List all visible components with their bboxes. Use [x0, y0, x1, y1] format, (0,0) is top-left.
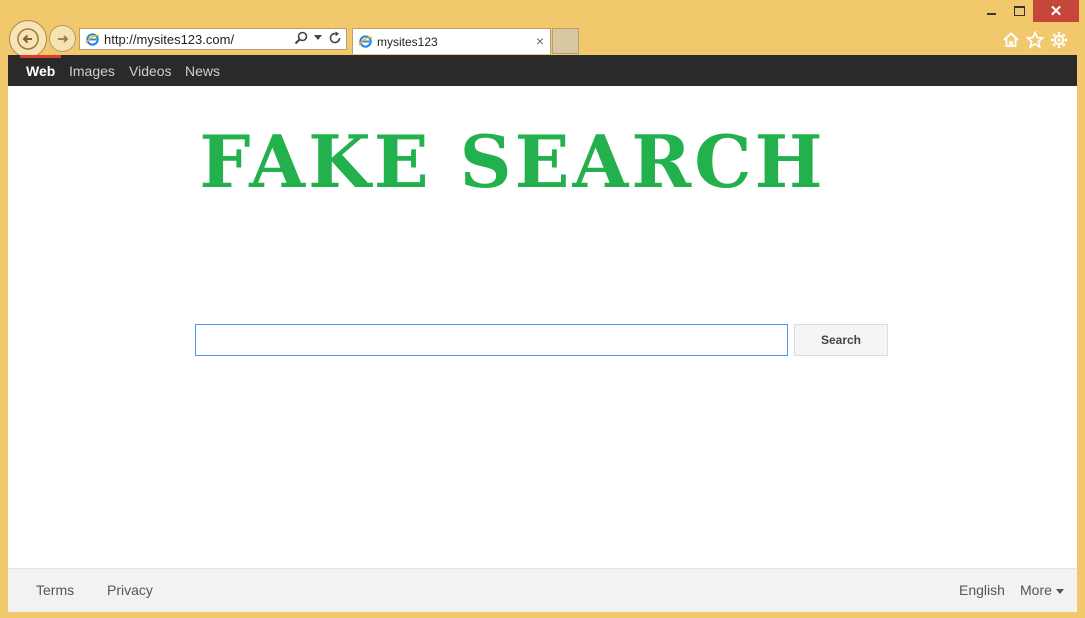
page-footer: Terms Privacy English More [8, 568, 1077, 612]
gear-icon [1051, 32, 1067, 48]
site-logo: FAKE SEARCH [199, 119, 826, 204]
ie-favicon-icon [85, 32, 100, 46]
nav-news[interactable]: News [185, 63, 220, 79]
browser-window: ✕ http://mysites123.com/ mysites123 × We… [0, 0, 1085, 618]
home-button[interactable] [1000, 29, 1022, 51]
top-nav-bar: Web Images Videos News [8, 55, 1077, 86]
maximize-button[interactable] [1005, 0, 1033, 22]
favorites-button[interactable] [1024, 29, 1046, 51]
dropdown-arrow-icon[interactable] [314, 35, 322, 41]
address-bar[interactable]: http://mysites123.com/ [79, 28, 347, 50]
maximize-icon [1013, 6, 1025, 16]
caret-down-icon [1055, 588, 1064, 594]
new-tab-button[interactable] [552, 28, 579, 54]
home-icon [1003, 32, 1019, 47]
close-window-button[interactable]: ✕ [1033, 0, 1079, 22]
close-tab-icon[interactable]: × [536, 33, 544, 49]
footer-terms-link[interactable]: Terms [36, 582, 74, 598]
nav-images[interactable]: Images [69, 63, 115, 79]
forward-button[interactable] [49, 25, 76, 52]
footer-privacy-link[interactable]: Privacy [107, 582, 153, 598]
tools-button[interactable] [1048, 29, 1070, 51]
ie-favicon-icon [358, 35, 373, 48]
active-tab-indicator [20, 55, 61, 58]
back-button[interactable] [9, 20, 47, 58]
minimize-icon [986, 13, 996, 15]
nav-web[interactable]: Web [26, 63, 55, 79]
tab-title: mysites123 [377, 34, 438, 49]
page-viewport: Web Images Videos News FAKE SEARCH Searc… [8, 55, 1077, 612]
star-icon [1026, 31, 1044, 49]
close-icon: ✕ [1049, 2, 1063, 20]
back-arrow-icon [17, 28, 39, 50]
search-icon[interactable] [294, 31, 308, 45]
footer-more-link[interactable]: More [1020, 582, 1064, 598]
minimize-button[interactable] [977, 0, 1005, 22]
footer-language-link[interactable]: English [959, 582, 1005, 598]
browser-tab[interactable]: mysites123 × [352, 28, 551, 54]
search-input[interactable] [195, 324, 788, 356]
address-url: http://mysites123.com/ [104, 31, 235, 47]
nav-videos[interactable]: Videos [129, 63, 172, 79]
footer-more-label: More [1020, 582, 1052, 598]
refresh-icon[interactable] [328, 31, 342, 45]
forward-arrow-icon [57, 34, 68, 43]
search-button[interactable]: Search [794, 324, 888, 356]
